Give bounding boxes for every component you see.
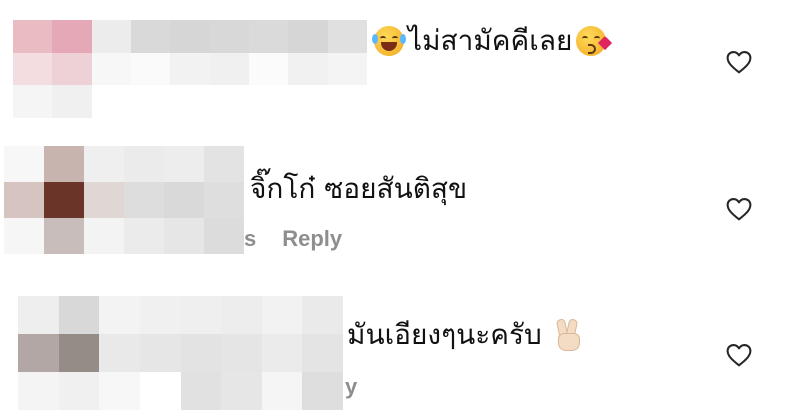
blur-pixel: [180, 296, 222, 334]
blur-pixel: [124, 182, 164, 218]
commenter-name-blurred: [4, 146, 244, 254]
blur-pixel: [139, 296, 181, 334]
comment-text: มันเอียงๆนะครับ: [347, 318, 542, 351]
blur-pixel: [58, 296, 100, 334]
blur-pixel: [139, 334, 181, 372]
blur-pixel: [139, 372, 181, 410]
blur-pixel: [170, 85, 210, 118]
blur-pixel: [13, 85, 53, 118]
blur-pixel: [209, 85, 249, 118]
like-heart-icon[interactable]: [726, 50, 752, 74]
blur-pixel: [124, 218, 164, 254]
comment-body: ไม่สามัคคีเลย: [372, 24, 613, 58]
blur-pixel: [170, 52, 210, 86]
like-heart-icon[interactable]: [726, 343, 752, 367]
blur-pixel: [4, 182, 44, 218]
comment-meta: y: [345, 374, 357, 400]
blur-pixel: [99, 296, 140, 334]
blur-pixel: [99, 372, 140, 410]
blur-pixel: [18, 334, 59, 372]
blur-pixel: [180, 334, 222, 372]
blur-pixel: [84, 182, 124, 218]
blur-pixel: [209, 20, 249, 53]
comment-meta: s Reply: [244, 226, 342, 252]
blur-pixel: [327, 20, 367, 53]
blur-pixel: [44, 182, 84, 218]
blur-pixel: [170, 20, 210, 53]
blur-pixel: [52, 20, 92, 53]
blur-pixel: [221, 296, 262, 334]
blur-pixel: [327, 52, 367, 86]
blur-pixel: [209, 52, 249, 86]
face-with-tears-of-joy-icon: [372, 26, 406, 56]
blur-pixel: [164, 182, 204, 218]
comment-text: ไม่สามัคคีเลย: [408, 24, 573, 57]
commenter-name-blurred: [13, 20, 367, 118]
blur-pixel: [4, 146, 44, 182]
comment-text: จิ๊กโก๋ ซอยสันติสุข: [250, 172, 468, 205]
comment-body: จิ๊กโก๋ ซอยสันติสุข: [250, 172, 467, 206]
blur-pixel: [99, 334, 140, 372]
blur-pixel: [91, 20, 131, 53]
blur-pixel: [52, 52, 92, 86]
blur-pixel: [302, 296, 343, 334]
blur-pixel: [248, 85, 289, 118]
blur-pixel: [248, 20, 289, 53]
commenter-name-blurred: [18, 296, 343, 410]
blur-pixel: [164, 146, 204, 182]
blur-pixel: [221, 334, 262, 372]
blur-pixel: [58, 372, 100, 410]
comment-meta-fragment: y: [345, 374, 358, 399]
blur-pixel: [164, 218, 204, 254]
blur-pixel: [130, 52, 171, 86]
blur-pixel: [261, 296, 303, 334]
blur-pixel: [58, 334, 100, 372]
blur-pixel: [288, 52, 328, 86]
blur-pixel: [52, 85, 92, 118]
comment-body: มันเอียงๆนะครับ: [347, 318, 580, 352]
blur-pixel: [130, 20, 171, 53]
blur-pixel: [84, 146, 124, 182]
victory-hand-icon: [554, 318, 580, 351]
face-blowing-a-kiss-icon: [576, 26, 613, 56]
blur-pixel: [204, 182, 244, 218]
blur-pixel: [91, 52, 131, 86]
blur-pixel: [302, 334, 343, 372]
blur-pixel: [261, 372, 303, 410]
blur-pixel: [261, 334, 303, 372]
blur-pixel: [288, 20, 328, 53]
like-heart-icon[interactable]: [726, 197, 752, 221]
blur-pixel: [13, 52, 53, 86]
blur-pixel: [327, 85, 367, 118]
blur-pixel: [288, 85, 328, 118]
blur-pixel: [13, 20, 53, 53]
blur-pixel: [221, 372, 262, 410]
blur-pixel: [180, 372, 222, 410]
blur-pixel: [302, 372, 343, 410]
blur-pixel: [18, 296, 59, 334]
blur-pixel: [44, 146, 84, 182]
blur-pixel: [204, 146, 244, 182]
blur-pixel: [18, 372, 59, 410]
blur-pixel: [4, 218, 44, 254]
blur-pixel: [44, 218, 84, 254]
comment-meta-fragment: s: [244, 226, 257, 251]
blur-pixel: [248, 52, 289, 86]
reply-button[interactable]: Reply: [282, 226, 342, 251]
blur-pixel: [130, 85, 171, 118]
blur-pixel: [204, 218, 244, 254]
blur-pixel: [124, 146, 164, 182]
blur-pixel: [91, 85, 131, 118]
blur-pixel: [84, 218, 124, 254]
